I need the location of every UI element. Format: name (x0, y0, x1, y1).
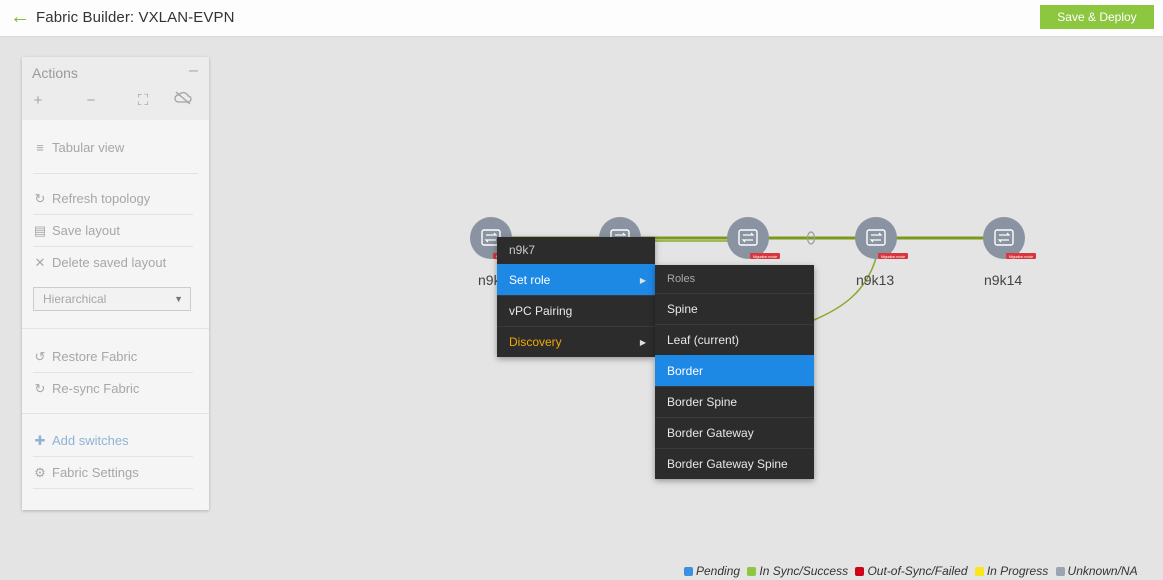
switch-node[interactable]: Migration mode (727, 217, 780, 259)
link-bundle-marker (806, 231, 816, 245)
switch-node-circle (727, 217, 769, 259)
zoom-in-icon[interactable]: + (27, 91, 49, 111)
legend-swatch (1055, 567, 1065, 576)
node-context-menu: n9k7 Set role ▶ vPC Pairing Discovery ▶ (497, 237, 655, 357)
refresh-icon: ↻ (34, 381, 46, 396)
migration-mode-badge-text: Migration mode (1009, 255, 1033, 259)
legend-label: In Progress (986, 564, 1049, 578)
link (813, 257, 877, 321)
menu-item-label: Discovery (509, 335, 562, 349)
role-option-border-gateway-spine[interactable]: Border Gateway Spine (655, 448, 814, 479)
chevron-right-icon: ▶ (639, 276, 646, 285)
role-submenu: Roles Spine Leaf (current) Border Border… (655, 265, 814, 479)
refresh-topology-label: Refresh topology (52, 191, 151, 206)
role-option-border-spine[interactable]: Border Spine (655, 386, 814, 417)
menu-item-discovery[interactable]: Discovery ▶ (497, 326, 655, 357)
context-menu-header: n9k7 (509, 243, 536, 257)
tabular-view-item[interactable]: ≡ Tabular view (33, 133, 193, 163)
legend-item-pending: Pending (684, 564, 740, 578)
legend-item-in-sync: In Sync/Success (747, 564, 848, 578)
chevron-right-icon: ▶ (639, 338, 646, 347)
cloud-off-icon[interactable] (172, 91, 194, 111)
restore-fabric-item[interactable]: ↺ Restore Fabric (33, 342, 193, 372)
menu-item-set-role[interactable]: Set role ▶ (497, 264, 655, 295)
divider (33, 456, 193, 457)
switch-node-label: n9k14 (984, 272, 1023, 288)
layout-select-value: Hierarchical (43, 292, 107, 306)
close-icon: ✕ (34, 255, 46, 270)
legend-item-out-of-sync: Out-of-Sync/Failed (855, 564, 968, 578)
role-option-leaf[interactable]: Leaf (current) (655, 324, 814, 355)
add-switches-label: Add switches (52, 433, 129, 448)
role-option-spine[interactable]: Spine (655, 293, 814, 324)
caret-down-icon: ▼ (174, 294, 183, 304)
switch-node[interactable]: Migration mode (983, 217, 1036, 259)
migration-mode-badge-text: Migration mode (881, 255, 905, 259)
top-bar: ← Fabric Builder: VXLAN-EVPN Save & Depl… (0, 0, 1163, 37)
legend-label: Pending (696, 564, 741, 578)
switch-node[interactable]: Migration mode (855, 217, 908, 259)
fabric-settings-label: Fabric Settings (52, 465, 139, 480)
tabular-view-label: Tabular view (52, 140, 125, 155)
legend-swatch (747, 567, 757, 576)
actions-title: Actions (32, 65, 78, 81)
legend-label: Unknown/NA (1067, 564, 1138, 578)
resync-fabric-item[interactable]: ↻ Re-sync Fabric (33, 374, 193, 404)
arrow-left-icon[interactable]: ← (10, 6, 30, 28)
legend-item-unknown: Unknown/NA (1055, 564, 1138, 578)
refresh-topology-item[interactable]: ↻ Refresh topology (33, 184, 193, 214)
migration-mode-badge-text: Migration mode (753, 255, 777, 259)
switch-node-circle (855, 217, 897, 259)
zoom-out-icon[interactable]: − (80, 91, 102, 111)
fit-to-screen-icon[interactable]: ⛶ (132, 91, 154, 111)
role-option-border-gateway[interactable]: Border Gateway (655, 417, 814, 448)
legend-swatch (684, 567, 693, 576)
divider (33, 246, 193, 247)
gear-icon: ⚙ (34, 465, 46, 480)
save-deploy-button[interactable]: Save & Deploy (1040, 5, 1154, 29)
divider (22, 328, 209, 329)
add-switches-item[interactable]: ✚ Add switches (33, 426, 193, 456)
divider (33, 173, 198, 174)
legend-label: Out-of-Sync/Failed (867, 564, 968, 578)
switch-node-label: n9k13 (856, 272, 895, 288)
status-legend: Pending In Sync/Success Out-of-Sync/Fail… (684, 564, 1142, 578)
menu-item-label: Set role (509, 273, 551, 287)
role-option-border[interactable]: Border (655, 355, 814, 386)
divider (22, 413, 209, 414)
refresh-icon: ↻ (34, 191, 46, 206)
save-icon: ▤ (33, 223, 47, 238)
legend-label: In Sync/Success (759, 564, 849, 578)
delete-saved-layout-label: Delete saved layout (52, 255, 167, 270)
switch-node-circle (983, 217, 1025, 259)
menu-item-label: vPC Pairing (509, 304, 573, 318)
submenu-header: Roles (667, 273, 696, 285)
actions-panel: Actions – + − ⛶ ≡ Tabular view ↻ Refresh t… (22, 57, 209, 510)
plus-icon: ✚ (34, 433, 46, 448)
restore-fabric-label: Restore Fabric (52, 349, 138, 364)
resync-fabric-label: Re-sync Fabric (52, 381, 140, 396)
save-layout-item[interactable]: ▤ Save layout (33, 216, 193, 246)
legend-swatch (855, 567, 865, 576)
delete-saved-layout-item[interactable]: ✕ Delete saved layout (33, 248, 193, 278)
restore-icon: ↺ (34, 349, 46, 364)
list-icon: ≡ (36, 140, 44, 155)
divider (33, 488, 193, 489)
save-layout-label: Save layout (52, 223, 120, 238)
page-title: Fabric Builder: VXLAN-EVPN (36, 9, 235, 26)
layout-select[interactable]: Hierarchical ▼ (33, 287, 191, 311)
legend-item-in-progress: In Progress (974, 564, 1049, 578)
legend-swatch (974, 567, 984, 576)
fabric-settings-item[interactable]: ⚙ Fabric Settings (33, 458, 193, 488)
collapse-icon[interactable]: – (189, 62, 198, 80)
actions-header: Actions – + − ⛶ (22, 57, 209, 120)
divider (33, 214, 193, 215)
menu-item-vpc-pairing[interactable]: vPC Pairing (497, 295, 655, 326)
divider (33, 372, 193, 373)
